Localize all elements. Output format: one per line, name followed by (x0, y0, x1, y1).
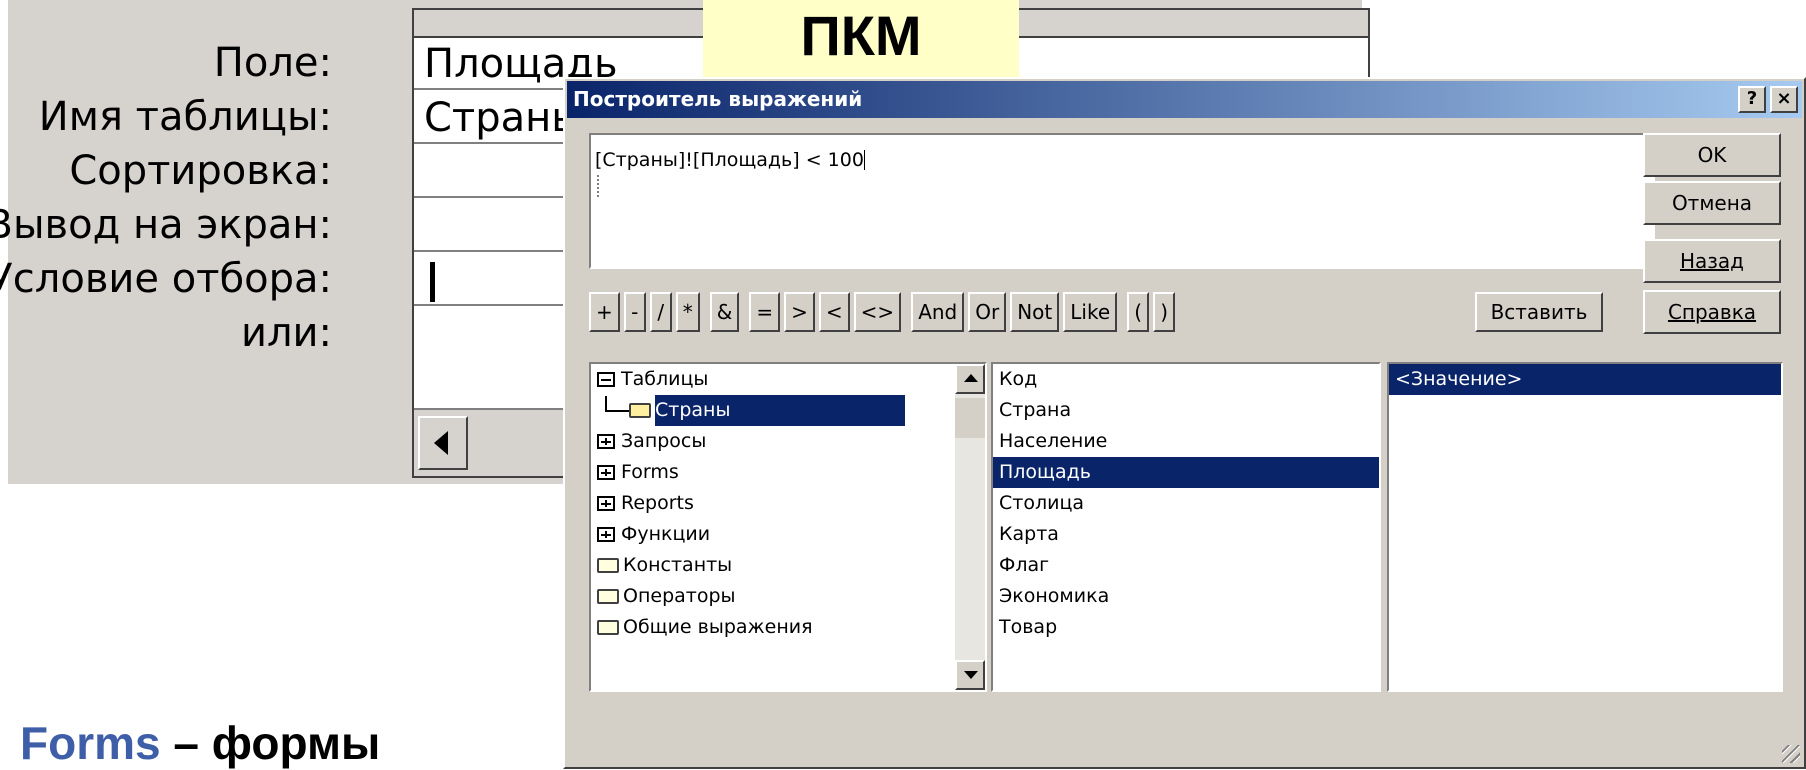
folder-icon (597, 620, 619, 635)
help-button[interactable]: Справка (1643, 290, 1781, 334)
operator-divide-button[interactable]: / (649, 292, 672, 332)
folder-icon (597, 589, 619, 604)
tree-item-label: Таблицы (621, 368, 709, 390)
tree-item-tables[interactable]: Таблицы (591, 364, 985, 395)
field-item[interactable]: Товар (993, 612, 1379, 643)
operator-equal-button[interactable]: = (749, 292, 781, 332)
operator-close-paren-button[interactable]: ) (1153, 292, 1176, 332)
tree-item-label: Forms (621, 461, 679, 483)
dialog-title: Построитель выражений (573, 87, 863, 111)
operator-plus-button[interactable]: + (589, 292, 620, 332)
tree-item-label: Запросы (621, 430, 707, 452)
tree-item-common-expressions[interactable]: Общие выражения (591, 612, 985, 643)
expression-builder-dialog: Построитель выражений ? × [Страны]![Площ… (563, 77, 1806, 769)
field-item[interactable]: Население (993, 426, 1379, 457)
operator-multiply-button[interactable]: * (675, 292, 700, 332)
operator-like-button[interactable]: Like (1063, 292, 1118, 332)
tree-item-label: Функции (621, 523, 711, 545)
scroll-up-button[interactable] (955, 364, 985, 394)
tree-item-functions[interactable]: Функции (591, 519, 985, 550)
field-item[interactable]: Флаг (993, 550, 1379, 581)
resize-grip-icon[interactable] (1782, 745, 1800, 763)
tree-item-operators[interactable]: Операторы (591, 581, 985, 612)
tree-item-constants[interactable]: Константы (591, 550, 985, 581)
field-item[interactable]: Экономика (993, 581, 1379, 612)
row-label-show: Вывод на экран: (0, 202, 332, 248)
row-label-table: Имя таблицы: (38, 94, 332, 140)
value-list: <Значение> (1387, 362, 1783, 692)
cancel-button[interactable]: Отмена (1643, 181, 1781, 225)
text-caret (430, 262, 435, 302)
tree-item-forms[interactable]: Forms (591, 457, 985, 488)
operator-open-paren-button[interactable]: ( (1127, 292, 1150, 332)
row-label-field: Поле: (213, 40, 332, 86)
operator-greater-button[interactable]: > (784, 292, 815, 332)
operator-minus-button[interactable]: - (623, 292, 646, 332)
ok-button[interactable]: OK (1643, 133, 1781, 177)
scroll-thumb[interactable] (955, 398, 985, 438)
field-item[interactable]: Столица (993, 488, 1379, 519)
back-button[interactable]: Назад (1643, 239, 1781, 283)
object-tree: Таблицы Страны Запросы Forms Reports Фун… (589, 362, 987, 692)
caption-keyword: Forms (20, 717, 161, 769)
close-button[interactable]: × (1770, 86, 1798, 113)
operator-concat-button[interactable]: & (709, 292, 740, 332)
expression-editor[interactable]: [Страны]![Площадь] < 100 (589, 133, 1655, 269)
help-title-button[interactable]: ? (1738, 86, 1766, 113)
operator-or-button[interactable]: Or (968, 292, 1007, 332)
tree-item-countries[interactable]: Страны (591, 395, 985, 426)
dialog-titlebar[interactable]: Построитель выражений ? × (567, 81, 1802, 118)
operator-not-equal-button[interactable]: <> (853, 292, 902, 332)
field-item[interactable]: Карта (993, 519, 1379, 550)
row-label-sort: Сортировка: (69, 148, 332, 194)
caption: Forms – формы (20, 716, 380, 770)
caption-text: – формы (160, 717, 381, 769)
row-label-or: или: (240, 310, 332, 356)
paste-button[interactable]: Вставить (1475, 292, 1603, 332)
scroll-down-button[interactable] (955, 660, 985, 690)
operator-toolbar: + - / * & = > < <> And Or Not Like ( ) (589, 292, 1176, 332)
tree-item-label: Константы (623, 554, 733, 576)
callout-rmb: ПКМ (703, 0, 1019, 84)
tree-item-label: Reports (621, 492, 694, 514)
plus-box-icon (597, 465, 615, 480)
tree-connector (605, 396, 629, 412)
plus-box-icon (597, 434, 615, 449)
operator-and-button[interactable]: And (911, 292, 965, 332)
plus-box-icon (597, 496, 615, 511)
field-item-selected[interactable]: Площадь (993, 457, 1379, 488)
tree-item-label: Страны (655, 395, 905, 426)
field-list: Код Страна Население Площадь Столица Кар… (991, 362, 1381, 692)
operator-less-button[interactable]: < (818, 292, 850, 332)
open-folder-icon (629, 403, 651, 418)
field-item[interactable]: Страна (993, 395, 1379, 426)
scroll-left-button[interactable] (418, 416, 468, 470)
expression-text: [Страны]![Площадь] < 100 (595, 149, 864, 171)
tree-vertical-scrollbar[interactable] (955, 364, 985, 690)
drag-grip (597, 175, 601, 197)
tree-item-reports[interactable]: Reports (591, 488, 985, 519)
tree-item-queries[interactable]: Запросы (591, 426, 985, 457)
folder-icon (597, 558, 619, 573)
operator-not-button[interactable]: Not (1010, 292, 1060, 332)
row-label-criteria: Условие отбора: (0, 256, 332, 302)
minus-box-icon (597, 372, 615, 387)
value-item-selected[interactable]: <Значение> (1389, 364, 1781, 395)
tree-item-label: Общие выражения (623, 616, 813, 638)
text-caret (863, 150, 865, 170)
plus-box-icon (597, 527, 615, 542)
field-item[interactable]: Код (993, 364, 1379, 395)
tree-item-label: Операторы (623, 585, 736, 607)
